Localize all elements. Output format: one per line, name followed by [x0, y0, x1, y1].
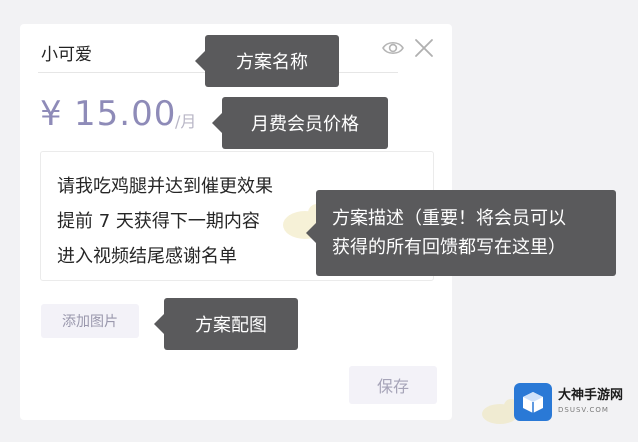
- price-unit: /月: [175, 112, 197, 131]
- tooltip-text: 方案描述（重要！将会员可以: [332, 208, 566, 229]
- watermark-url: DSUSV.COM: [558, 406, 609, 414]
- site-watermark: 大神手游网 DSUSV.COM: [514, 381, 634, 423]
- save-button[interactable]: 保存: [349, 366, 437, 404]
- tooltip-text: 方案配图: [195, 315, 267, 336]
- description-line: 请我吃鸡腿并达到催更效果: [57, 176, 273, 197]
- tooltip-text: 方案名称: [236, 52, 308, 73]
- add-image-button[interactable]: 添加图片: [41, 304, 139, 338]
- close-icon[interactable]: [413, 37, 435, 59]
- description-line: 进入视频结尾感谢名单: [57, 246, 237, 267]
- description-line: 提前 7 天获得下一期内容: [57, 211, 260, 232]
- watermark-title: 大神手游网: [558, 388, 624, 403]
- tooltip-plan-description: 方案描述（重要！将会员可以 获得的所有回馈都写在这里）: [306, 190, 616, 276]
- tooltip-text: 获得的所有回馈都写在这里）: [332, 237, 566, 258]
- watermark-logo-icon: [514, 383, 552, 421]
- tooltip-plan-image: 方案配图: [154, 298, 298, 350]
- tooltip-text: 月费会员价格: [251, 114, 359, 135]
- plan-name-field[interactable]: 小可爱: [41, 40, 92, 65]
- tooltip-plan-name: 方案名称: [195, 35, 339, 87]
- price-value-field[interactable]: 15.00: [74, 94, 176, 134]
- price-currency: ¥: [40, 94, 62, 134]
- tooltip-monthly-price: 月费会员价格: [212, 97, 388, 149]
- eye-icon[interactable]: [382, 39, 404, 57]
